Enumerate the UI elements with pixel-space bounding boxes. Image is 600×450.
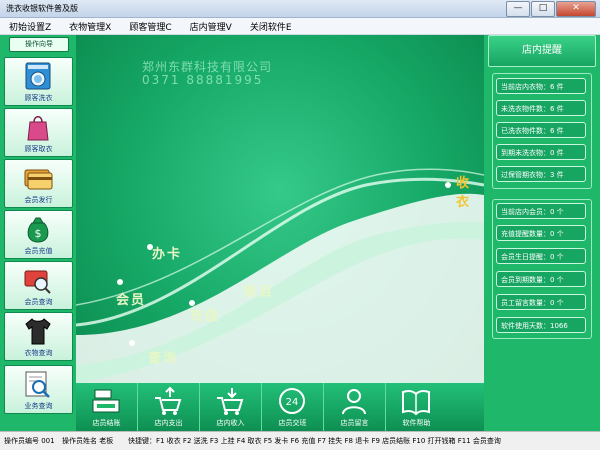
reminder-item[interactable]: 未洗衣物件数：6 件 xyxy=(496,100,586,116)
nav-label: 会员充值 xyxy=(24,247,53,255)
banner-word-card: 办卡 xyxy=(152,247,183,262)
reminder-item[interactable]: 会员生日提醒：0 个 xyxy=(496,248,586,264)
operator-name: 操作员姓名 老板 xyxy=(62,437,114,445)
book-icon xyxy=(402,389,430,416)
bottom-store-expense[interactable]: 店内支出 xyxy=(138,383,200,431)
status-bar: 操作员编号 001 操作员姓名 老板 快捷键：F1 收衣 F2 送洗 F3 上挂… xyxy=(0,431,600,450)
menu-clothes-management[interactable]: 衣物管理X xyxy=(60,18,120,34)
bottom-label: 店内收入 xyxy=(216,419,245,427)
washing-machine-icon xyxy=(25,62,51,90)
nav-business-query[interactable]: 业务查询 xyxy=(4,365,73,414)
menu-close-software[interactable]: 关闭软件E xyxy=(241,18,301,34)
cart-out-icon xyxy=(155,386,182,415)
nav-member-query[interactable]: 会员查询 xyxy=(4,261,73,310)
bottom-staff-shift[interactable]: 24 店员交班 xyxy=(262,383,324,431)
card-icon xyxy=(24,169,53,190)
reminder-title: 店内提醒 xyxy=(488,35,596,67)
minimize-button[interactable]: — xyxy=(506,1,530,17)
bottom-staff-checkout[interactable]: 店员结账 xyxy=(76,383,138,431)
bottom-label: 软件帮助 xyxy=(402,419,431,427)
banner-word-member: 会员 xyxy=(116,293,147,308)
nav-label: 顾客洗衣 xyxy=(24,94,53,102)
bottom-label: 店员结账 xyxy=(92,419,121,427)
menu-customer-management[interactable]: 顾客管理C xyxy=(120,18,180,34)
menu-initial-settings[interactable]: 初始设置Z xyxy=(0,18,60,34)
bottom-staff-message[interactable]: 店员留言 xyxy=(324,383,386,431)
cart-in-icon xyxy=(217,388,244,415)
clock-24-icon: 24 xyxy=(279,388,305,414)
svg-text:24: 24 xyxy=(286,397,299,408)
cash-register-icon xyxy=(92,389,120,413)
search-document-icon xyxy=(25,371,50,398)
banner-word-accounts: 账目 xyxy=(244,285,275,300)
window-title: 洗衣收银软件普及版 xyxy=(6,4,78,13)
banner-word-collect: 收衣 xyxy=(456,176,472,210)
right-panel: 店内提醒 当前店内衣物：6 件 未洗衣物件数：6 件 已洗衣物件数：6 件 到期… xyxy=(484,35,600,431)
reminder-item[interactable]: 当前店内衣物：6 件 xyxy=(496,78,586,94)
shirt-icon xyxy=(25,318,51,345)
reminder-item[interactable]: 员工留言数量：0 个 xyxy=(496,294,586,310)
nav-clothes-query[interactable]: 衣物查询 xyxy=(4,312,73,361)
reminder-item[interactable]: 过保管期衣物：3 件 xyxy=(496,166,586,182)
bottom-toolbar: 店员结账 店内支出 店内收入 24 店员交班 店员留言 软件帮助 xyxy=(76,383,484,431)
window-controls: — □ ✕ xyxy=(506,1,596,17)
bottom-store-income[interactable]: 店内收入 xyxy=(200,383,262,431)
banner-word-recharge: 充值 xyxy=(190,309,221,324)
operator-number: 操作员编号 001 xyxy=(4,437,55,445)
close-button[interactable]: ✕ xyxy=(556,1,596,17)
operation-guide-button[interactable]: 操作向导 xyxy=(9,37,69,52)
person-message-icon xyxy=(342,389,366,415)
nav-member-issue[interactable]: 会员发行 xyxy=(4,159,73,208)
main-banner: 郑州东群科技有限公司 0371 88881995 办卡 会员 充值 账目 查询 … xyxy=(76,35,484,383)
nav-customer-wash[interactable]: 顾客洗衣 xyxy=(4,57,73,106)
menu-store-management[interactable]: 店内管理V xyxy=(181,18,241,34)
reminder-item[interactable]: 软件使用天数：1066 xyxy=(496,317,586,333)
money-bag-icon: $ xyxy=(27,217,49,243)
card-search-icon xyxy=(24,270,51,294)
wave-decoration xyxy=(76,168,484,383)
nav-member-recharge[interactable]: $ 会员充值 xyxy=(4,210,73,259)
svg-text:$: $ xyxy=(35,227,42,240)
left-sidebar: 操作向导 顾客洗衣 顾客取衣 会员发行 $ 会员充值 会员查询 衣物查询 业务查… xyxy=(0,35,76,431)
nav-label: 会员发行 xyxy=(24,196,53,204)
company-phone: 0371 88881995 xyxy=(142,73,264,87)
menu-bar: 初始设置Z 衣物管理X 顾客管理C 店内管理V 关闭软件E xyxy=(0,18,600,35)
nav-customer-pickup[interactable]: 顾客取衣 xyxy=(4,108,73,157)
reminder-item[interactable]: 已洗衣物件数：6 件 xyxy=(496,122,586,138)
shopping-bag-icon xyxy=(27,116,49,141)
reminder-item[interactable]: 到期未洗衣物：0 件 xyxy=(496,144,586,160)
bottom-label: 店内支出 xyxy=(154,419,183,427)
reminder-item[interactable]: 充值提醒数量：0 个 xyxy=(496,225,586,241)
shortcut-keys: 快捷键：F1 收衣 F2 送洗 F3 上挂 F4 取衣 F5 发卡 F6 充值 … xyxy=(128,437,501,445)
bottom-label: 店员留言 xyxy=(340,419,369,427)
title-bar: 洗衣收银软件普及版 — □ ✕ xyxy=(0,0,600,18)
nav-label: 会员查询 xyxy=(24,298,53,306)
bottom-label: 店员交班 xyxy=(278,419,307,427)
bottom-software-help[interactable]: 软件帮助 xyxy=(386,383,447,431)
banner-word-query: 查询 xyxy=(148,351,179,366)
reminder-item[interactable]: 当前店内会员：0 个 xyxy=(496,203,586,219)
nav-label: 顾客取衣 xyxy=(24,145,53,153)
nav-label: 衣物查询 xyxy=(24,349,53,357)
reminder-item[interactable]: 会员到期数量：0 个 xyxy=(496,271,586,287)
nav-label: 业务查询 xyxy=(24,402,53,410)
maximize-button[interactable]: □ xyxy=(531,1,555,17)
